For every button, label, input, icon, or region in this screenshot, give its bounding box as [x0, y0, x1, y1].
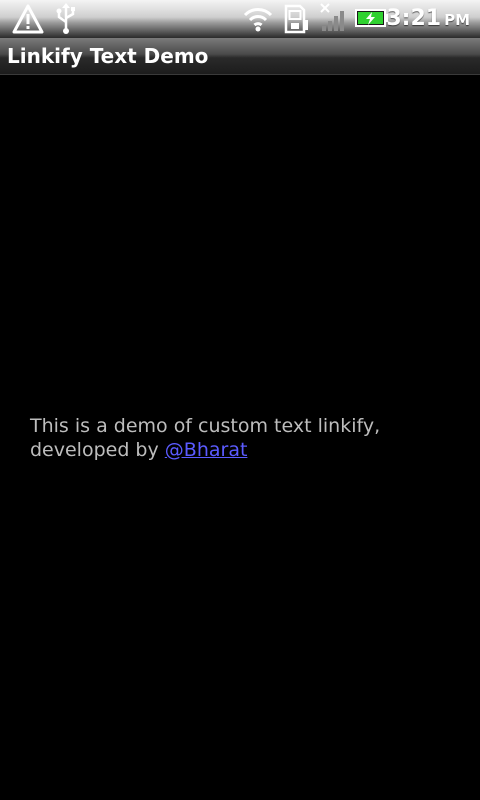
- bharat-link[interactable]: @Bharat: [165, 439, 248, 461]
- wifi-icon: [243, 8, 273, 32]
- usb-icon: [56, 3, 75, 34]
- status-bar: 3:21 PM: [0, 0, 480, 38]
- phone-screen: 3:21 PM Linkify Text Demo This is a demo …: [0, 0, 480, 800]
- clock-ampm: PM: [444, 11, 470, 29]
- status-clock: 3:21 PM: [386, 4, 470, 35]
- clock-time: 3:21: [386, 6, 442, 31]
- app-title-bar: Linkify Text Demo: [0, 38, 480, 75]
- battery-charging-icon: [355, 9, 388, 27]
- demo-text: This is a demo of custom text linkify, d…: [30, 414, 450, 462]
- app-title: Linkify Text Demo: [7, 44, 209, 68]
- main-content: This is a demo of custom text linkify, d…: [0, 75, 480, 800]
- sd-card-icon: [284, 4, 308, 34]
- warning-icon: [12, 4, 44, 34]
- demo-text-line1: This is a demo of custom text linkify,: [30, 415, 381, 437]
- demo-text-prefix: developed by: [30, 439, 165, 461]
- no-signal-icon: [320, 3, 344, 31]
